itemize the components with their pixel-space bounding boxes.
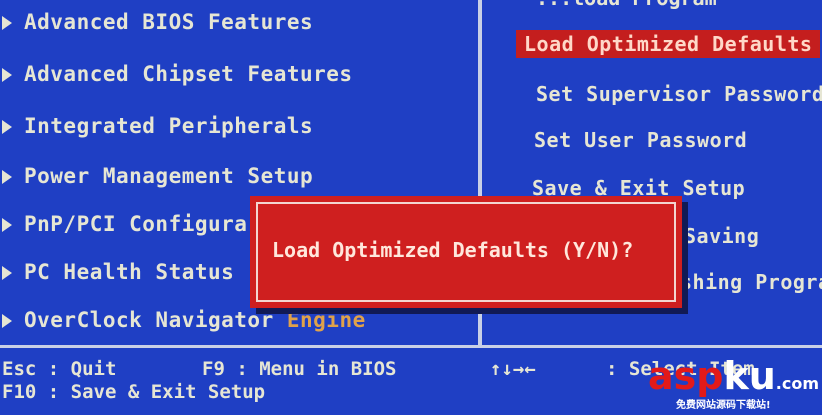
menu-item-label: Integrated Peripherals bbox=[24, 114, 314, 138]
right-menu-item-set-supervisor-password[interactable]: Set Supervisor Password bbox=[536, 82, 822, 106]
footer-f9-menu: F9 : Menu in BIOS bbox=[202, 358, 397, 380]
footer-esc-quit: Esc : Quit bbox=[2, 358, 117, 380]
watermark-ku: ku bbox=[723, 354, 776, 398]
triangle-icon bbox=[2, 170, 12, 184]
menu-item-advanced-chipset[interactable]: Advanced Chipset Features bbox=[2, 62, 353, 92]
right-menu-item-set-user-password[interactable]: Set User Password bbox=[534, 128, 747, 152]
footer-arrows: ↑↓→← bbox=[490, 358, 536, 380]
menu-item-power-management[interactable]: Power Management Setup bbox=[2, 164, 313, 194]
footer-f9: F9 : Menu in BIOS bbox=[202, 358, 396, 380]
triangle-icon bbox=[2, 120, 12, 134]
triangle-icon bbox=[2, 266, 12, 280]
triangle-icon bbox=[2, 218, 12, 232]
triangle-icon bbox=[2, 68, 12, 82]
footer-line-2: F10 : Save & Exit Setup bbox=[2, 381, 265, 403]
footer-separator bbox=[0, 345, 822, 348]
menu-item-pnp-pci[interactable]: PnP/PCI Configura bbox=[2, 212, 247, 242]
menu-item-label: Advanced Chipset Features bbox=[24, 62, 353, 86]
triangle-icon bbox=[2, 16, 12, 30]
watermark-subtitle: 免费网站源码下载站! bbox=[676, 400, 771, 411]
right-menu-item-load-optimized-defaults[interactable]: Load Optimized Defaults bbox=[516, 30, 821, 58]
confirm-dialog[interactable]: Load Optimized Defaults (Y/N)? bbox=[250, 196, 682, 308]
menu-item-integrated-peripherals[interactable]: Integrated Peripherals bbox=[2, 114, 313, 144]
triangle-icon bbox=[2, 314, 12, 328]
menu-item-label: Advanced BIOS Features bbox=[24, 10, 314, 34]
menu-item-overclock-navigator[interactable]: OverClock Navigator Engine bbox=[2, 308, 366, 338]
dialog-prompt: Load Optimized Defaults (Y/N)? bbox=[272, 238, 634, 262]
arrow-keys-icon: ↑↓→← bbox=[490, 358, 536, 380]
right-menu-item-partial[interactable]: ...load Program bbox=[536, 0, 717, 10]
menu-item-label: PnP/PCI Configura bbox=[24, 212, 248, 236]
menu-item-label: PC Health Status bbox=[24, 260, 235, 284]
menu-item-label: OverClock Navigator bbox=[24, 308, 274, 332]
menu-item-label: Power Management Setup bbox=[24, 164, 314, 188]
menu-item-advanced-bios[interactable]: Advanced BIOS Features bbox=[2, 10, 313, 40]
menu-item-label-suffix: Engine bbox=[286, 308, 366, 332]
watermark-asp: asp bbox=[648, 354, 724, 398]
right-menu-item-saving[interactable]: Saving bbox=[684, 224, 759, 248]
watermark-logo: aspku.com 免费网站源码下载站! bbox=[648, 356, 822, 415]
footer-line-1: Esc : Quit bbox=[2, 358, 116, 380]
footer-f10-save-exit: F10 : Save & Exit Setup bbox=[2, 381, 266, 403]
right-menu-item-flashing-program[interactable]: shing Program bbox=[680, 270, 822, 294]
menu-item-pc-health[interactable]: PC Health Status bbox=[2, 260, 234, 290]
bios-screen: Advanced BIOS Features Advanced Chipset … bbox=[0, 0, 822, 415]
watermark-com: .com bbox=[775, 374, 820, 393]
